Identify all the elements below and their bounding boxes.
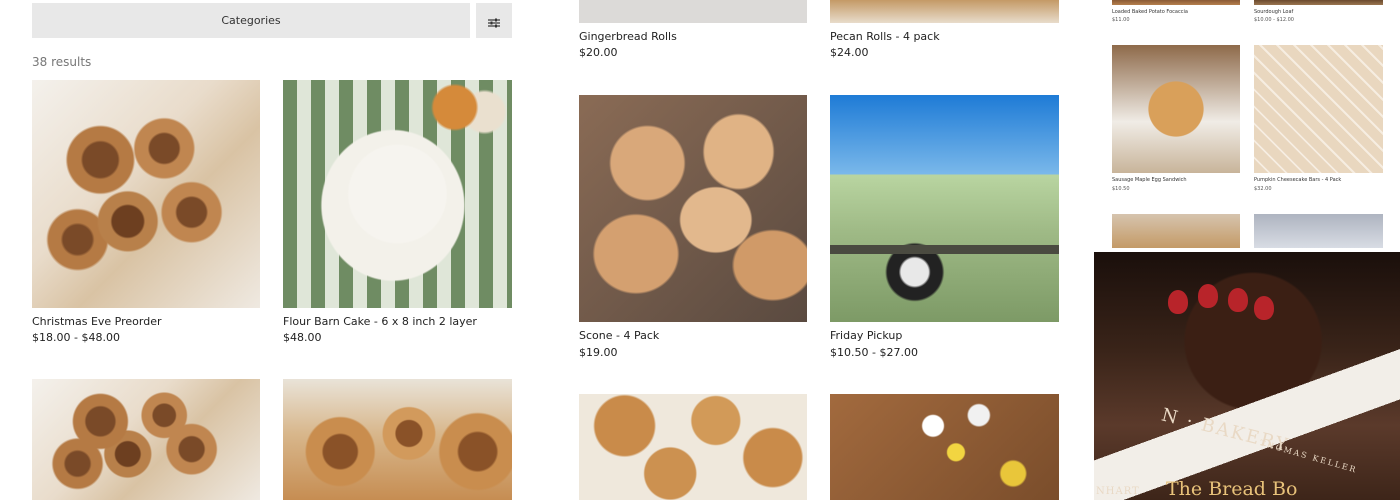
product-name[interactable]: Scone - 4 Pack — [579, 329, 659, 342]
thumb-image[interactable] — [1112, 45, 1240, 173]
product-price: $24.00 — [830, 46, 869, 59]
thumb-name[interactable]: Sourdough Loaf — [1254, 9, 1293, 15]
product-image-scone[interactable] — [579, 95, 807, 322]
thumb-price: $11.00 — [1112, 17, 1130, 23]
thumb-name[interactable]: Loaded Baked Potato Focaccia — [1112, 9, 1188, 15]
product-image[interactable] — [32, 379, 260, 500]
strawberry — [1198, 284, 1218, 308]
thumb-price: $10.00 - $12.00 — [1254, 17, 1294, 23]
product-image-gingerbread-rolls[interactable] — [579, 0, 807, 23]
filter-button[interactable] — [476, 3, 512, 38]
thumb-image[interactable] — [1254, 214, 1383, 248]
book-text: NHART — [1096, 486, 1140, 497]
sliders-icon — [488, 16, 500, 27]
product-image[interactable] — [830, 394, 1059, 500]
product-price: $18.00 - $48.00 — [32, 331, 120, 344]
thumb-image[interactable] — [1254, 0, 1383, 5]
product-price: $20.00 — [579, 46, 618, 59]
thumb-name[interactable]: Pumpkin Cheesecake Bars - 4 Pack — [1254, 177, 1341, 183]
product-image[interactable] — [283, 379, 512, 500]
product-image[interactable] — [579, 394, 807, 500]
thumb-name[interactable]: Sausage Maple Egg Sandwich — [1112, 177, 1187, 183]
strawberry — [1168, 290, 1188, 314]
product-name[interactable]: Friday Pickup — [830, 329, 902, 342]
featured-photo — [1094, 252, 1400, 500]
thumb-image[interactable] — [1112, 0, 1240, 5]
product-image-flour-barn-cake[interactable] — [283, 80, 512, 308]
thumb-price: $32.00 — [1254, 186, 1272, 192]
strawberry — [1228, 288, 1248, 312]
product-image-pecan-rolls[interactable] — [830, 0, 1059, 23]
product-price: $19.00 — [579, 346, 618, 359]
book-title: The Bread Bo — [1166, 478, 1298, 500]
thumb-image[interactable] — [1112, 214, 1240, 248]
product-name[interactable]: Pecan Rolls - 4 pack — [830, 30, 940, 43]
product-image-friday-pickup[interactable] — [830, 95, 1059, 322]
strawberry — [1254, 296, 1274, 320]
thumb-image[interactable] — [1254, 45, 1383, 173]
product-price: $10.50 - $27.00 — [830, 346, 918, 359]
product-price: $48.00 — [283, 331, 322, 344]
product-name[interactable]: Flour Barn Cake - 6 x 8 inch 2 layer — [283, 315, 477, 328]
product-name[interactable]: Gingerbread Rolls — [579, 30, 677, 43]
categories-button[interactable]: Categories — [32, 3, 470, 38]
product-image-christmas-eve[interactable] — [32, 80, 260, 308]
results-count: 38 results — [32, 55, 92, 69]
product-name[interactable]: Christmas Eve Preorder — [32, 315, 162, 328]
thumb-price: $10.50 — [1112, 186, 1130, 192]
